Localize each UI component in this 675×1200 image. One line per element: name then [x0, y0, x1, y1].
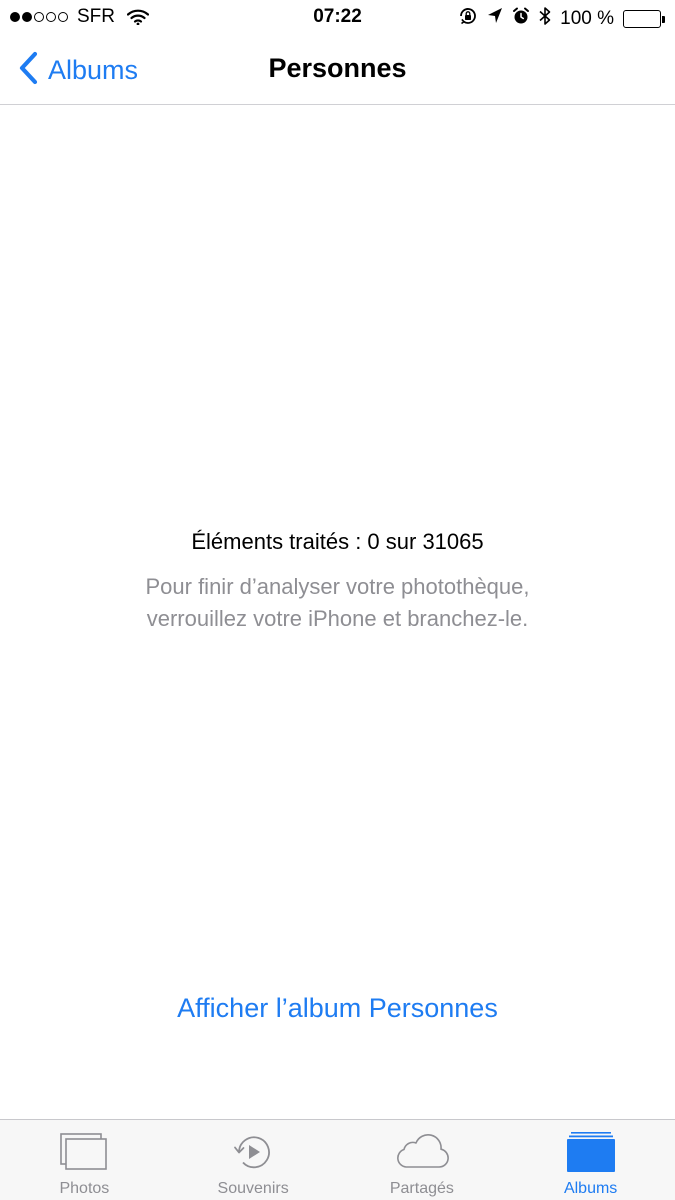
tab-shared[interactable]: Partagés — [338, 1120, 507, 1200]
location-icon — [487, 7, 503, 31]
page-title: Personnes — [268, 53, 407, 83]
battery-icon — [623, 10, 665, 28]
analysis-hint: Pour finir d’analyser votre photothèque,… — [80, 571, 595, 635]
tab-bar: Photos Souvenirs Partagés Albums — [0, 1119, 675, 1200]
hint-line: verrouillez votre iPhone et branchez-le. — [146, 606, 529, 631]
processed-count: Éléments traités : 0 sur 31065 — [191, 529, 484, 554]
albums-icon — [566, 1130, 616, 1174]
bluetooth-icon — [539, 6, 551, 32]
battery-percent: 100 % — [560, 8, 614, 29]
rotation-lock-icon — [458, 6, 478, 32]
screen: SFR 07:22 100 % Albums Personnes Élément… — [0, 0, 675, 1200]
cloud-icon — [392, 1130, 452, 1174]
status-bar: SFR 07:22 100 % — [0, 0, 675, 36]
tab-label: Albums — [563, 1180, 618, 1197]
memories-icon — [228, 1130, 278, 1174]
hint-line: Pour finir d’analyser votre photothèque, — [145, 574, 530, 599]
show-people-album-link[interactable]: Afficher l’album Personnes — [0, 993, 675, 1024]
navigation-bar: Albums Personnes — [0, 36, 675, 105]
tab-albums[interactable]: Albums — [506, 1120, 675, 1200]
tab-label: Photos — [59, 1180, 110, 1197]
alarm-icon — [512, 7, 530, 31]
tab-photos[interactable]: Photos — [0, 1120, 169, 1200]
tab-memories[interactable]: Souvenirs — [169, 1120, 338, 1200]
tab-label: Souvenirs — [217, 1180, 289, 1197]
photos-icon — [59, 1130, 109, 1174]
tab-label: Partagés — [389, 1180, 454, 1197]
status-bar-right: 100 % — [458, 6, 665, 32]
